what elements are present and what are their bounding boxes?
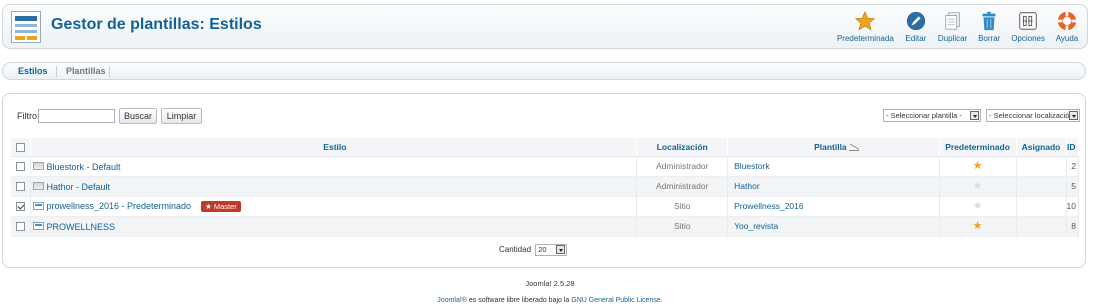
id-cell: 2 bbox=[1066, 156, 1079, 177]
table-row: Bluestork - Default Administrador Bluest… bbox=[11, 156, 1079, 177]
tab-divider bbox=[56, 66, 57, 77]
joomla-link[interactable]: Joomla!® bbox=[437, 297, 467, 304]
admin-template-icon bbox=[33, 182, 45, 191]
template-select[interactable]: - Seleccionar plantilla - bbox=[883, 109, 981, 122]
style-link[interactable]: PROWELLNESS bbox=[46, 221, 115, 231]
tab-plantillas[interactable]: Plantillas bbox=[66, 66, 106, 76]
trash-icon bbox=[975, 8, 1003, 34]
chevron-down-icon bbox=[970, 111, 979, 120]
styles-table: Estilo Localización Plantilla Predetermi… bbox=[11, 138, 1079, 237]
chevron-down-icon bbox=[556, 245, 566, 254]
default-star-icon[interactable]: ★ bbox=[973, 220, 983, 232]
admin-template-icon bbox=[33, 162, 45, 171]
edit-button[interactable]: Editar bbox=[898, 8, 934, 46]
table-row: Hathor - Default Administrador Hathor ★ … bbox=[11, 176, 1079, 197]
search-button[interactable]: Buscar bbox=[119, 108, 157, 124]
pagination-label: Cantidad bbox=[499, 245, 532, 255]
column-asignado: Asignado bbox=[1016, 138, 1067, 157]
template-select-value: - Seleccionar plantilla - bbox=[886, 111, 962, 120]
star-icon bbox=[851, 8, 879, 34]
master-badge: ★ Master bbox=[201, 200, 241, 212]
column-id[interactable]: ID bbox=[1066, 138, 1079, 157]
list-limit-select[interactable]: 20 bbox=[535, 244, 568, 256]
page-header: Gestor de plantillas: Estilos Predetermi… bbox=[2, 4, 1088, 49]
template-link[interactable]: Prowellness_2016 bbox=[727, 196, 940, 217]
row-checkbox[interactable] bbox=[16, 182, 26, 192]
options-button-label: Opciones bbox=[1011, 34, 1045, 43]
row-checkbox[interactable] bbox=[16, 162, 26, 172]
assigned-cell bbox=[1016, 196, 1067, 217]
not-default-star-icon[interactable]: ★ bbox=[973, 180, 983, 192]
footer-version: Joomla! 2.5.28 bbox=[525, 279, 575, 288]
default-star-icon[interactable]: ★ bbox=[973, 160, 983, 172]
help-button[interactable]: Ayuda bbox=[1049, 8, 1085, 46]
template-link[interactable]: Hathor bbox=[727, 176, 940, 197]
edit-button-label: Editar bbox=[905, 34, 927, 43]
column-plantilla-label: Plantilla bbox=[814, 141, 847, 152]
row-checkbox[interactable] bbox=[16, 222, 26, 232]
help-icon bbox=[1053, 8, 1081, 34]
assigned-cell bbox=[1016, 156, 1067, 177]
select-all-checkbox[interactable] bbox=[16, 142, 26, 152]
location-select-value: - Seleccionar localización - bbox=[989, 111, 1079, 120]
page-title: Gestor de plantillas: Estilos bbox=[51, 16, 262, 33]
toolbar: Predeterminada Editar Duplicar Borrar Op… bbox=[833, 8, 1085, 46]
template-link[interactable]: Yoo_revista bbox=[727, 216, 940, 237]
tab-estilos[interactable]: Estilos bbox=[18, 66, 48, 76]
location-cell: Sitio bbox=[636, 216, 729, 237]
id-cell: 8 bbox=[1066, 216, 1079, 237]
footer-license: Joomla!® es software libre liberado bajo… bbox=[0, 297, 1100, 304]
chevron-down-icon bbox=[1069, 111, 1078, 120]
assigned-cell bbox=[1016, 216, 1067, 237]
options-icon bbox=[1014, 8, 1042, 34]
template-manager-icon bbox=[11, 11, 41, 43]
location-cell: Administrador bbox=[636, 156, 729, 177]
license-text: es software libre liberado bajo la bbox=[466, 297, 572, 304]
duplicate-button-label: Duplicar bbox=[937, 34, 968, 43]
column-predeterminado[interactable]: Predeterminado bbox=[939, 138, 1017, 157]
edit-icon bbox=[902, 8, 930, 34]
delete-button-label: Borrar bbox=[978, 34, 1001, 43]
table-row: PROWELLNESS Sitio Yoo_revista ★ 8 bbox=[11, 216, 1079, 237]
location-select[interactable]: - Seleccionar localización - bbox=[986, 109, 1080, 122]
delete-button[interactable]: Borrar bbox=[971, 8, 1007, 46]
list-limit-value: 20 bbox=[538, 245, 547, 254]
table-header-row: Estilo Localización Plantilla Predetermi… bbox=[11, 138, 1079, 157]
id-cell: 10 bbox=[1066, 196, 1079, 217]
location-cell: Sitio bbox=[636, 196, 729, 217]
not-default-star-icon[interactable]: ★ bbox=[973, 200, 983, 212]
site-template-icon bbox=[33, 222, 45, 231]
style-link[interactable]: prowellness_2016 - Predeterminado bbox=[46, 201, 191, 211]
row-checkbox[interactable] bbox=[16, 202, 26, 212]
column-estilo[interactable]: Estilo bbox=[30, 138, 638, 157]
duplicate-icon bbox=[939, 8, 967, 34]
filter-label: Filtro: bbox=[17, 111, 40, 121]
site-template-icon bbox=[33, 202, 45, 211]
pagination: Cantidad 20 bbox=[499, 244, 568, 256]
filter-input[interactable] bbox=[38, 109, 115, 123]
id-cell: 5 bbox=[1066, 176, 1079, 197]
default-button-label: Predeterminada bbox=[836, 34, 894, 43]
column-localizacion[interactable]: Localización bbox=[636, 138, 729, 157]
style-link[interactable]: Hathor - Default bbox=[46, 181, 110, 191]
location-cell: Administrador bbox=[636, 176, 729, 197]
tab-divider bbox=[109, 66, 110, 77]
sort-icon bbox=[848, 144, 859, 151]
duplicate-button[interactable]: Duplicar bbox=[934, 8, 971, 46]
table-row: prowellness_2016 - Predeterminado ★ Maste… bbox=[11, 196, 1079, 217]
style-link[interactable]: Bluestork - Default bbox=[46, 161, 120, 171]
template-link[interactable]: Bluestork bbox=[727, 156, 940, 177]
styles-panel: Filtro: Buscar Limpiar - Seleccionar pla… bbox=[2, 93, 1086, 268]
help-button-label: Ayuda bbox=[1055, 34, 1079, 43]
default-button[interactable]: Predeterminada bbox=[833, 8, 898, 46]
gpl-link[interactable]: GNU General Public License. bbox=[571, 297, 662, 304]
assigned-cell bbox=[1016, 176, 1067, 197]
options-button[interactable]: Opciones bbox=[1007, 8, 1049, 46]
column-plantilla[interactable]: Plantilla bbox=[727, 138, 940, 157]
select-all-header[interactable] bbox=[11, 138, 32, 157]
clear-button[interactable]: Limpiar bbox=[161, 108, 202, 124]
submenu: Estilos Plantillas bbox=[2, 62, 1086, 80]
